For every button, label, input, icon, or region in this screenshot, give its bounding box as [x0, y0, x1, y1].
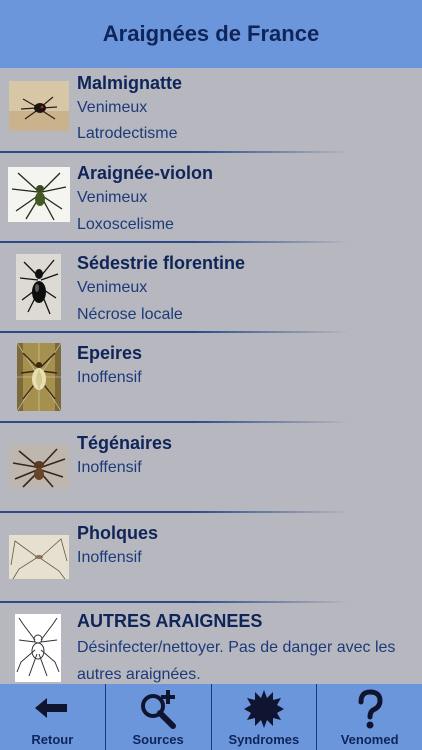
syndrome-name: Loxoscelisme — [77, 216, 174, 233]
tab-sources[interactable]: Sources — [104, 684, 211, 750]
danger-level: Venimeux — [77, 279, 148, 296]
danger-level: Inoffensif — [77, 459, 142, 476]
list-item-sedestrie-florentine[interactable]: Sédestrie florentine Venimeux Nécrose lo… — [0, 243, 422, 331]
list-item-epeires[interactable]: Epeires Inoffensif — [0, 333, 422, 421]
advice-text: Désinfecter/nettoyer. Pas de danger avec… — [77, 639, 396, 683]
danger-level: Venimeux — [77, 189, 148, 206]
search-plus-icon — [137, 688, 179, 730]
spider-list[interactable]: Malmignatte Venimeux Latrodectisme Araig… — [0, 68, 422, 684]
spider-outline-drawing — [15, 614, 61, 682]
spider-name: AUTRES ARAIGNEES — [77, 611, 263, 631]
list-item-araignee-violon[interactable]: Araignée-violon Venimeux Loxoscelisme — [0, 153, 422, 241]
tab-label: Sources — [132, 732, 184, 747]
violin-spider-photo — [8, 167, 70, 222]
header-bar: Araignées de France — [0, 0, 422, 68]
house-spider-photo — [9, 445, 69, 489]
list-item-pholques[interactable]: Pholques Inoffensif — [0, 513, 422, 601]
danger-level: Inoffensif — [77, 549, 142, 566]
spider-name: Sédestrie florentine — [77, 253, 246, 273]
orb-weaver-photo — [17, 343, 61, 411]
tab-label: Retour — [31, 732, 74, 747]
spider-name: Epeires — [77, 343, 143, 363]
segestria-photo — [16, 254, 61, 320]
starburst-icon — [243, 688, 285, 730]
list-item-tegenaires[interactable]: Tégénaires Inoffensif — [0, 423, 422, 511]
danger-level: Inoffensif — [77, 369, 142, 386]
bottom-tab-bar: Retour Sources Syndromes Venomed — [0, 684, 422, 750]
list-item-autres-araignees[interactable]: AUTRES ARAIGNEES Désinfecter/nettoyer. P… — [0, 603, 422, 684]
tab-venomed[interactable]: Venomed — [316, 684, 422, 750]
spider-name: Araignée-violon — [77, 163, 214, 183]
syndrome-name: Nécrose locale — [77, 306, 183, 323]
spider-name: Malmignatte — [77, 73, 183, 93]
tab-label: Venomed — [340, 732, 399, 747]
page-title: Araignées de France — [102, 21, 320, 46]
syndrome-name: Latrodectisme — [77, 125, 178, 142]
tab-retour[interactable]: Retour — [0, 684, 105, 750]
question-mark-icon — [349, 688, 391, 730]
spider-name: Pholques — [77, 523, 159, 543]
list-item-malmignatte[interactable]: Malmignatte Venimeux Latrodectisme — [0, 68, 422, 152]
malmignatte-photo — [9, 81, 69, 131]
tab-syndromes[interactable]: Syndromes — [210, 684, 317, 750]
tab-label: Syndromes — [228, 732, 300, 747]
cellar-spider-photo — [9, 535, 69, 579]
back-arrow-icon — [31, 688, 73, 730]
spider-name: Tégénaires — [77, 433, 173, 453]
danger-level: Venimeux — [77, 99, 148, 116]
